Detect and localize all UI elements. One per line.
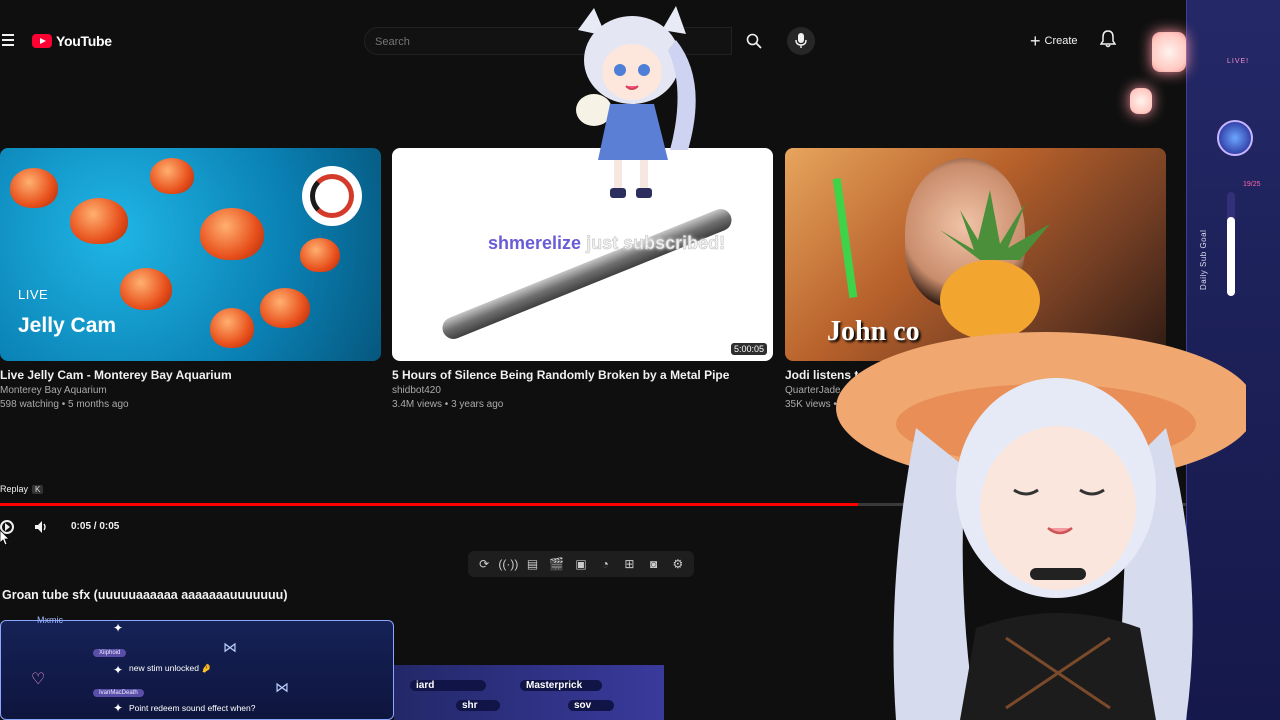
- thumbnail-live-tag: LIVE: [18, 287, 49, 302]
- subscriber-alert: shmerelize just subscribed!: [488, 233, 725, 254]
- create-button[interactable]: + Create: [1030, 30, 1078, 52]
- chat-text: new stim unlocked 🤌: [129, 663, 212, 673]
- keyboard-shortcut: K: [32, 484, 44, 494]
- duration-badge: 5:00:05: [730, 343, 767, 355]
- create-label: Create: [1044, 35, 1078, 47]
- jellyfish-shape: [210, 308, 254, 348]
- event-pill: iard: [410, 680, 486, 691]
- volume-icon: [35, 521, 46, 533]
- chibi-avatar: [576, 6, 696, 198]
- channel-name[interactable]: Monterey Bay Aquarium: [0, 385, 107, 396]
- notifications-button[interactable]: [1099, 30, 1120, 52]
- goal-progress-bar: [1227, 192, 1235, 296]
- chat-username: IvanMacDeath: [93, 689, 144, 697]
- jellyfish-shape: [300, 238, 340, 272]
- video-title[interactable]: Live Jelly Cam - Monterey Bay Aquarium: [0, 368, 232, 382]
- volume-button[interactable]: [33, 519, 49, 535]
- subscriber-alert-text: just subscribed!: [581, 233, 726, 254]
- bell-icon: [1099, 30, 1117, 48]
- hamburger-menu-icon[interactable]: [2, 34, 14, 46]
- extension-toolbar: ⟳ ((·)) ▤ 🎬 ▣ ◔ ⊞ ◙ ⚙: [468, 551, 694, 577]
- channel-watermark-logo: [302, 166, 362, 226]
- stats-icon[interactable]: ▤: [525, 556, 541, 572]
- goal-label: Daily Sub Goal: [1199, 229, 1208, 290]
- event-pill: sov: [568, 700, 614, 711]
- bow-icon: ⋈: [275, 679, 289, 695]
- jellyfish-shape: [260, 288, 310, 328]
- search-button[interactable]: [736, 27, 772, 55]
- metal-pipe-shape: [439, 205, 735, 343]
- stream-event-bar: iard Masterprick shr sov: [394, 665, 664, 720]
- thumbnail-text: Jelly Cam: [18, 314, 117, 337]
- chat-text: Point redeem sound effect when?: [129, 703, 256, 713]
- lantern-decoration: [1130, 88, 1152, 114]
- voice-search-button[interactable]: [787, 27, 815, 55]
- microphone-icon: [795, 33, 807, 48]
- gear-icon[interactable]: ⚙: [670, 556, 686, 572]
- replay-text: Replay: [0, 484, 29, 494]
- watch-video-title: Groan tube sfx (uuuuuaaaaaa aaaaaaauuuuu…: [2, 588, 288, 602]
- broadcast-icon[interactable]: ((·)): [498, 556, 518, 572]
- speed-icon[interactable]: ◔: [597, 556, 613, 572]
- video-meta: 598 watching • 5 months ago: [0, 399, 129, 410]
- chat-username: Xiiphoid: [93, 649, 127, 657]
- pip-icon[interactable]: ▣: [573, 556, 589, 572]
- glowstick-shape: [832, 178, 858, 298]
- channel-name[interactable]: shidbot420: [392, 385, 441, 396]
- subscriber-name: shmerelize: [488, 233, 582, 253]
- replay-tooltip: Replay K: [0, 484, 44, 494]
- jellyfish-shape: [150, 158, 194, 194]
- event-pill: shr: [456, 700, 500, 711]
- lantern-decoration: [1152, 32, 1186, 72]
- video-title[interactable]: 5 Hours of Silence Being Randomly Broken…: [392, 368, 729, 382]
- goal-progress-fill: [1227, 216, 1235, 296]
- jellyfish-shape: [70, 198, 128, 244]
- video-thumbnail[interactable]: LIVE Jelly Cam: [0, 148, 381, 361]
- live-badge: LIVE!: [1227, 58, 1250, 65]
- plus-icon: +: [1030, 31, 1041, 51]
- chat-message: IvanMacDeath Point redeem sound effect w…: [93, 681, 255, 713]
- event-pill: Masterprick: [520, 680, 602, 691]
- pineapple-prop: [940, 190, 1050, 340]
- chat-header: Mxmic: [37, 615, 63, 625]
- chat-message: Xiiphoid new stim unlocked 🤌: [93, 641, 212, 674]
- youtube-play-icon: [32, 34, 52, 48]
- jellyfish-shape: [120, 268, 172, 310]
- jellyfish-shape: [10, 168, 58, 208]
- screenshot-icon[interactable]: ◙: [646, 556, 662, 572]
- repeat-icon[interactable]: ⟳: [476, 556, 492, 572]
- video-meta: 3.4M views • 3 years ago: [392, 399, 504, 410]
- add-frame-icon[interactable]: ⊞: [621, 556, 637, 572]
- clapper-icon[interactable]: 🎬: [549, 556, 565, 572]
- star-icon: ✦: [113, 621, 124, 635]
- stream-chat-overlay: Mxmic ✦ ✦ ✦ ♡ ⋈ ⋈ Xiiphoid new stim unlo…: [0, 615, 394, 720]
- progress-fill: [0, 503, 858, 506]
- goal-count: 19/25: [1243, 181, 1261, 188]
- mouse-cursor-icon: [0, 530, 10, 546]
- heart-icon: ♡: [31, 671, 46, 688]
- vtuber-avatar: [836, 332, 1246, 720]
- star-emblem-icon: [1217, 120, 1253, 156]
- time-display: 0:05 / 0:05: [71, 521, 120, 532]
- video-card[interactable]: LIVE Jelly Cam Live Jelly Cam - Monterey…: [0, 148, 381, 410]
- bow-icon: ⋈: [223, 639, 237, 655]
- jellyfish-shape: [200, 208, 264, 260]
- search-icon: [746, 33, 762, 49]
- youtube-logo[interactable]: YouTube: [32, 33, 112, 49]
- logo-text: YouTube: [56, 33, 112, 49]
